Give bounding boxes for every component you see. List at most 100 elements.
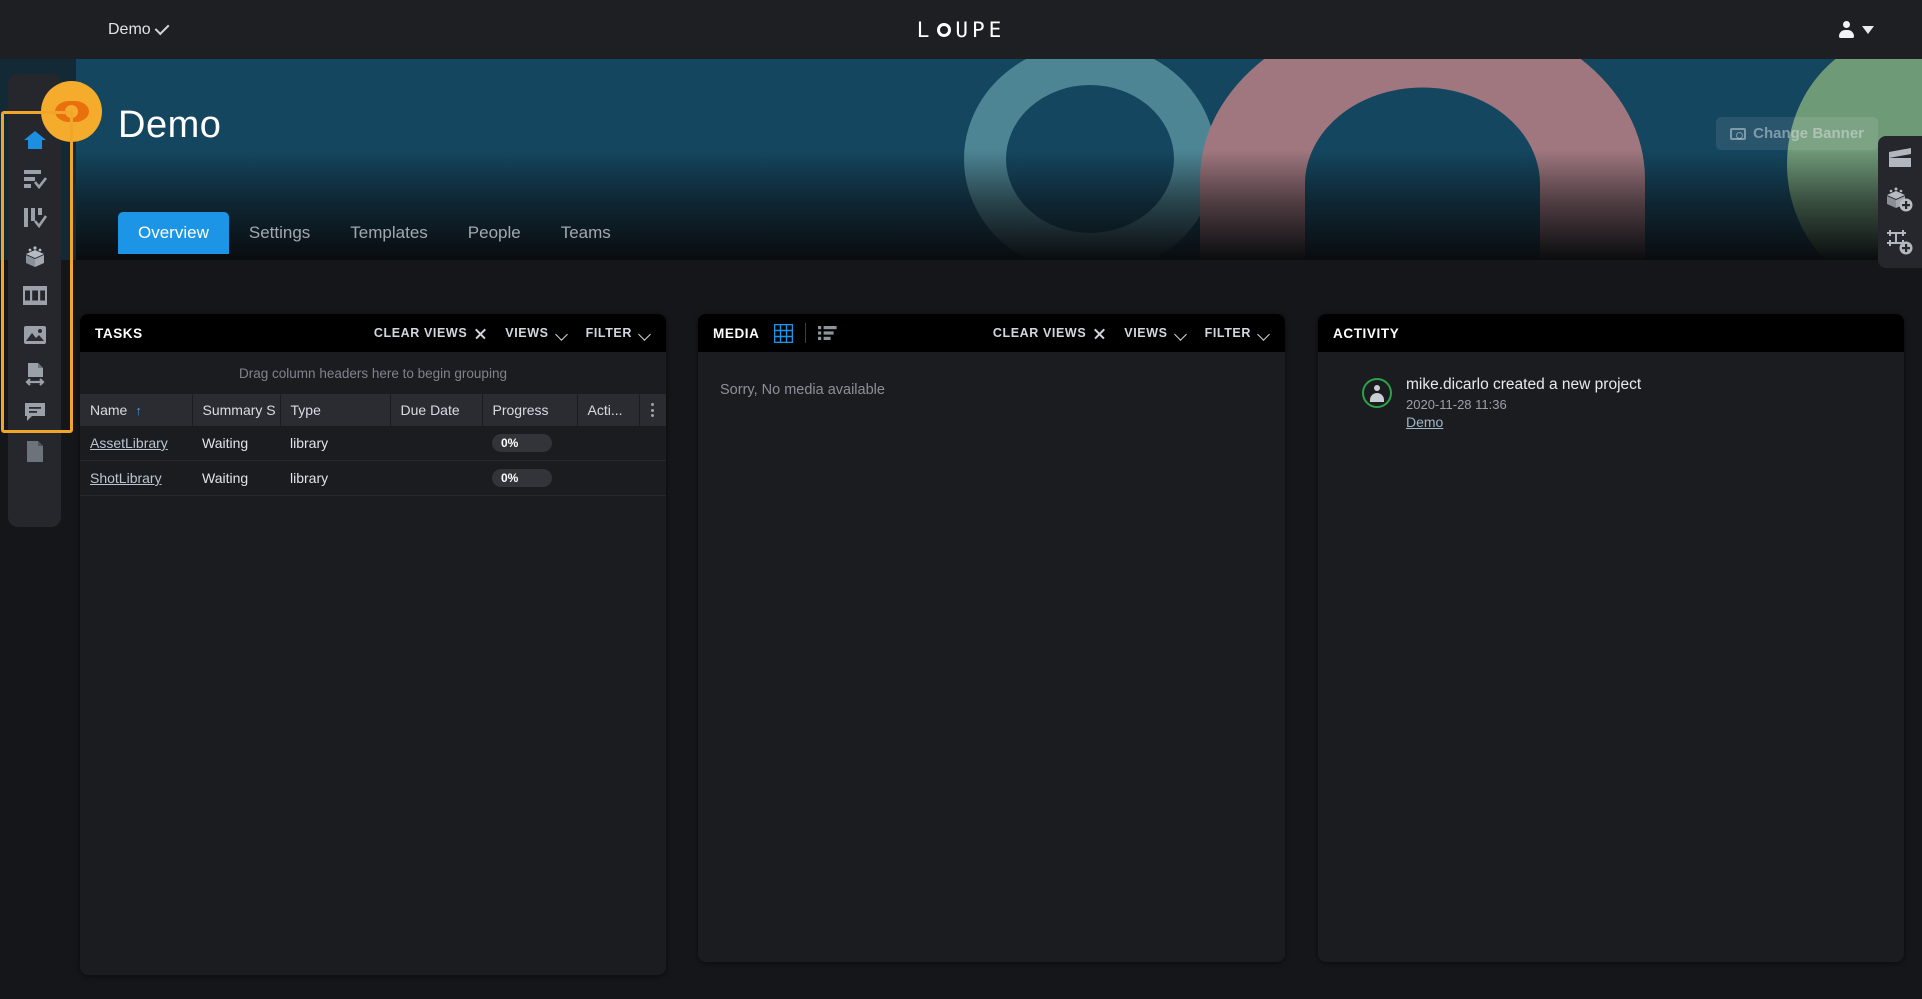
tasks-views-dropdown[interactable]: VIEWS <box>505 326 567 340</box>
tasks-grouping-hint[interactable]: Drag column headers here to begin groupi… <box>80 352 666 394</box>
progress-value: 0% <box>501 471 519 485</box>
sidebar-item-tasks[interactable] <box>15 163 55 194</box>
media-clear-views-label: CLEAR VIEWS <box>992 326 1087 340</box>
sidebar-item-sequences[interactable] <box>15 280 55 311</box>
activity-entry-timestamp: 2020-11-28 11:36 <box>1406 397 1507 412</box>
table-row[interactable]: ShotLibrary Waiting library 0% <box>80 460 666 496</box>
column-header-action[interactable]: Acti... <box>577 394 640 426</box>
tasks-panel: TASKS CLEAR VIEWS VIEWS FILTER Drag colu… <box>80 314 666 975</box>
cell-summary-status: Waiting <box>192 460 280 496</box>
column-header-summary-status[interactable]: Summary S <box>192 394 281 426</box>
app-root: Change Banner Demo Overview Settings Tem… <box>0 0 1922 999</box>
task-name-link[interactable]: ShotLibrary <box>90 470 162 486</box>
sequence-plus-icon <box>1886 229 1914 260</box>
sidebar-item-notes[interactable] <box>15 397 55 428</box>
add-sequence-button[interactable] <box>1886 229 1914 260</box>
tasks-clear-views-button[interactable]: CLEAR VIEWS <box>374 326 487 340</box>
cube-icon <box>23 245 47 269</box>
media-panel-header: MEDIA CLEAR VIEWS VIEWS FILTER <box>698 314 1285 352</box>
tasks-views-label: VIEWS <box>505 326 549 340</box>
tab-teams[interactable]: Teams <box>541 212 631 254</box>
column-options-button[interactable] <box>639 394 666 426</box>
comment-icon <box>23 402 47 423</box>
camera-icon <box>1730 127 1747 140</box>
file-transfer-icon <box>23 362 47 386</box>
cell-progress: 0% <box>482 460 577 496</box>
tab-people[interactable]: People <box>448 212 541 254</box>
media-panel-title: MEDIA <box>713 325 760 341</box>
top-bar: Demo L UPE <box>0 0 1922 59</box>
table-row[interactable]: AssetLibrary Waiting library 0% <box>80 426 666 461</box>
view-toggle-divider <box>804 323 806 343</box>
sidebar-item-documents[interactable] <box>15 436 55 467</box>
logo-ring-icon <box>937 22 952 37</box>
chevron-down-icon <box>556 330 568 337</box>
tab-overview[interactable]: Overview <box>118 212 229 254</box>
sidebar-item-assets[interactable] <box>15 241 55 272</box>
user-icon <box>1838 21 1855 38</box>
cell-due-date <box>390 426 482 461</box>
cell-spacer <box>639 426 666 461</box>
tasks-panel-title: TASKS <box>95 325 143 341</box>
cell-task-name[interactable]: AssetLibrary <box>80 426 192 461</box>
sidebar <box>8 74 61 527</box>
activity-list: mike.dicarlo created a new project 2020-… <box>1318 352 1904 454</box>
tasks-filter-label: FILTER <box>585 326 632 340</box>
activity-entry-link[interactable]: Demo <box>1406 414 1641 430</box>
media-filter-label: FILTER <box>1204 326 1251 340</box>
app-logo: L UPE <box>0 0 1922 59</box>
media-clear-views-button[interactable]: CLEAR VIEWS <box>993 326 1106 340</box>
tasks-clear-views-label: CLEAR VIEWS <box>373 326 468 340</box>
user-menu[interactable] <box>1838 0 1874 59</box>
sort-ascending-icon: ↑ <box>135 402 142 418</box>
cell-spacer <box>639 460 666 496</box>
sidebar-item-kanban[interactable] <box>15 202 55 233</box>
tab-settings[interactable]: Settings <box>229 212 330 254</box>
column-header-type[interactable]: Type <box>280 394 391 426</box>
avatar <box>1362 378 1392 408</box>
list-view-icon[interactable] <box>817 325 837 341</box>
activity-entry-content: mike.dicarlo created a new project 2020-… <box>1406 376 1641 430</box>
tab-templates[interactable]: Templates <box>330 212 447 254</box>
progress-value: 0% <box>501 436 519 450</box>
list-item: mike.dicarlo created a new project 2020-… <box>1338 376 1884 430</box>
right-toolbar <box>1878 136 1922 268</box>
column-header-progress[interactable]: Progress <box>482 394 578 426</box>
sidebar-item-media[interactable] <box>15 319 55 350</box>
progress-bar: 0% <box>492 434 552 452</box>
cell-progress: 0% <box>482 426 577 461</box>
clapperboard-icon <box>1887 147 1913 174</box>
column-header-due-date[interactable]: Due Date <box>390 394 483 426</box>
add-shot-button[interactable] <box>1886 146 1914 174</box>
cell-action <box>577 460 639 496</box>
media-view-toggle <box>773 323 837 343</box>
media-views-label: VIEWS <box>1124 326 1168 340</box>
film-strip-icon <box>22 285 47 306</box>
image-icon <box>23 325 47 345</box>
chevron-down-icon <box>158 25 172 34</box>
media-panel-tools: CLEAR VIEWS VIEWS FILTER <box>993 326 1270 340</box>
project-tabs: Overview Settings Templates People Teams <box>118 212 631 254</box>
cell-type: library <box>280 460 390 496</box>
cell-due-date <box>390 460 482 496</box>
activity-panel: ACTIVITY mike.dicarlo created a new proj… <box>1318 314 1904 962</box>
add-asset-button[interactable] <box>1886 187 1914 218</box>
change-banner-button[interactable]: Change Banner <box>1716 117 1878 150</box>
tasks-filter-dropdown[interactable]: FILTER <box>586 326 651 340</box>
kanban-check-icon <box>23 207 47 228</box>
kebab-menu-icon <box>650 403 656 417</box>
media-panel: MEDIA CLEAR VIEWS VIEWS FILTER Sorry, No… <box>698 314 1285 962</box>
media-filter-dropdown[interactable]: FILTER <box>1205 326 1270 340</box>
media-views-dropdown[interactable]: VIEWS <box>1124 326 1186 340</box>
progress-bar: 0% <box>492 469 552 487</box>
task-name-link[interactable]: AssetLibrary <box>90 435 168 451</box>
cube-plus-icon <box>1886 187 1914 218</box>
grid-view-icon[interactable] <box>773 323 793 343</box>
project-switcher[interactable]: Demo <box>108 0 172 59</box>
sidebar-item-transfers[interactable] <box>15 358 55 389</box>
triangle-down-icon <box>1862 25 1874 34</box>
project-eye-badge[interactable] <box>41 81 102 142</box>
cell-task-name[interactable]: ShotLibrary <box>80 460 192 496</box>
cell-type: library <box>280 426 390 461</box>
column-header-name[interactable]: Name ↑ <box>80 394 193 426</box>
